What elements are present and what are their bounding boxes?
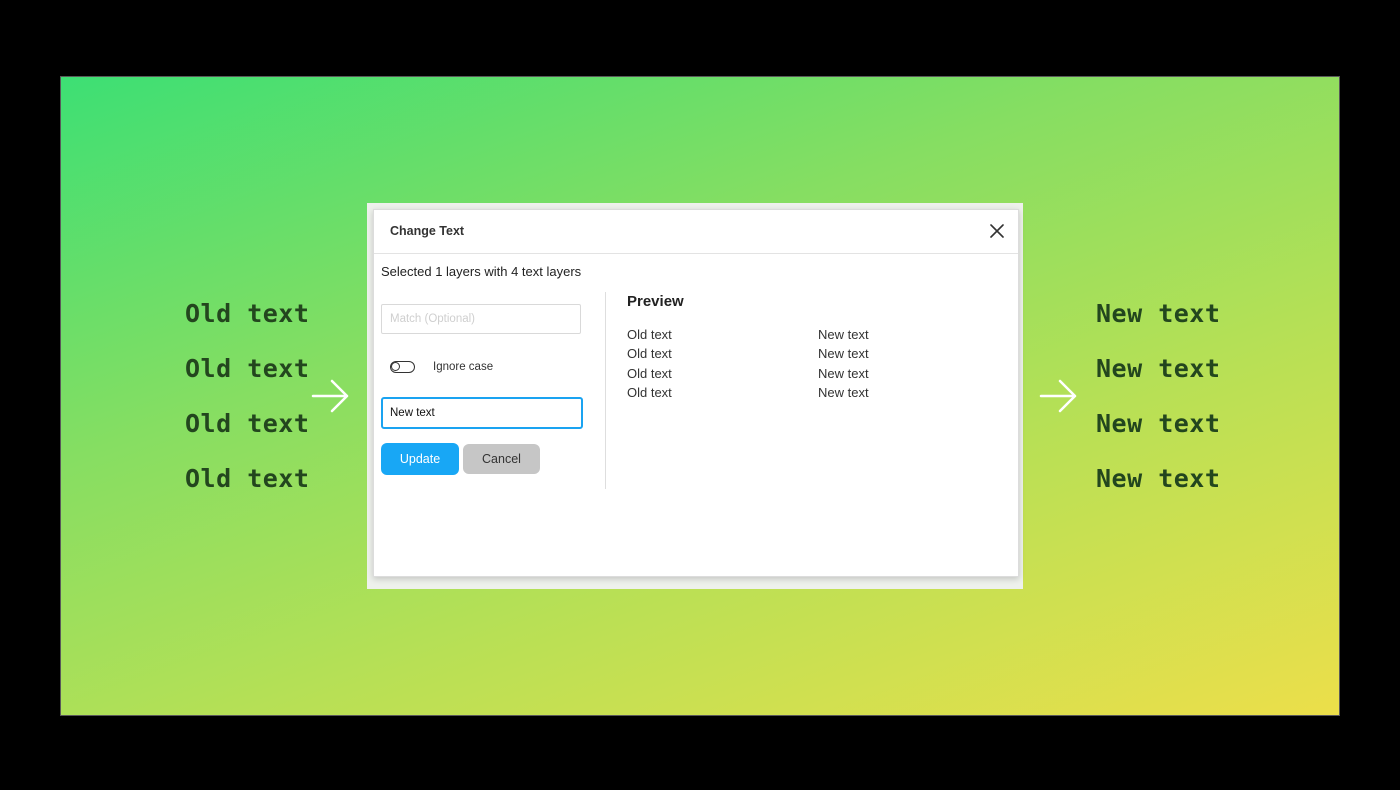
preview-old-text: Old text [627, 384, 672, 400]
preview-row: Old text New text [627, 385, 927, 404]
old-text-label: Old text [185, 299, 310, 328]
toggle-knob [390, 361, 400, 371]
preview-new-text: New text [818, 365, 869, 381]
preview-new-text: New text [818, 346, 869, 362]
arrow-right-icon [1039, 379, 1077, 413]
update-button[interactable]: Update [381, 443, 459, 475]
match-input[interactable] [381, 304, 581, 334]
old-text-column: Old text Old text Old text Old text [185, 296, 309, 516]
preview-row: Old text New text [627, 366, 927, 385]
old-text-label: Old text [185, 354, 310, 383]
dialog-title: Change Text [390, 224, 465, 238]
dialog-header: Change Text [374, 210, 1018, 254]
change-text-dialog: Change Text Selected 1 layers with 4 tex… [373, 209, 1019, 577]
close-icon[interactable] [990, 224, 1004, 238]
preview-row: Old text New text [627, 346, 927, 365]
cancel-button[interactable]: Cancel [463, 444, 540, 474]
arrow-right-icon [311, 379, 349, 413]
preview-new-text: New text [818, 384, 869, 400]
new-text-label: New text [1096, 464, 1221, 493]
preview-old-text: Old text [627, 327, 672, 342]
preview-new-text: New text [818, 327, 869, 342]
preview-list: Old text New text Old text New text Old … [627, 327, 927, 404]
old-text-label: Old text [185, 409, 310, 438]
preview-row: Old text New text [627, 327, 927, 346]
vertical-divider [605, 292, 606, 489]
new-text-column: New text New text New text New text [1096, 296, 1220, 516]
new-text-label: New text [1096, 409, 1221, 438]
ignore-case-label: Ignore case [433, 361, 494, 373]
old-text-label: Old text [185, 464, 310, 493]
new-text-label: New text [1096, 299, 1221, 328]
preview-old-text: Old text [627, 365, 672, 381]
preview-old-text: Old text [627, 346, 672, 362]
replace-text-input[interactable] [381, 397, 583, 429]
preview-title: Preview [627, 293, 684, 310]
selection-summary: Selected 1 layers with 4 text layers [381, 264, 582, 279]
ignore-case-toggle[interactable] [390, 361, 415, 373]
new-text-label: New text [1096, 354, 1221, 383]
